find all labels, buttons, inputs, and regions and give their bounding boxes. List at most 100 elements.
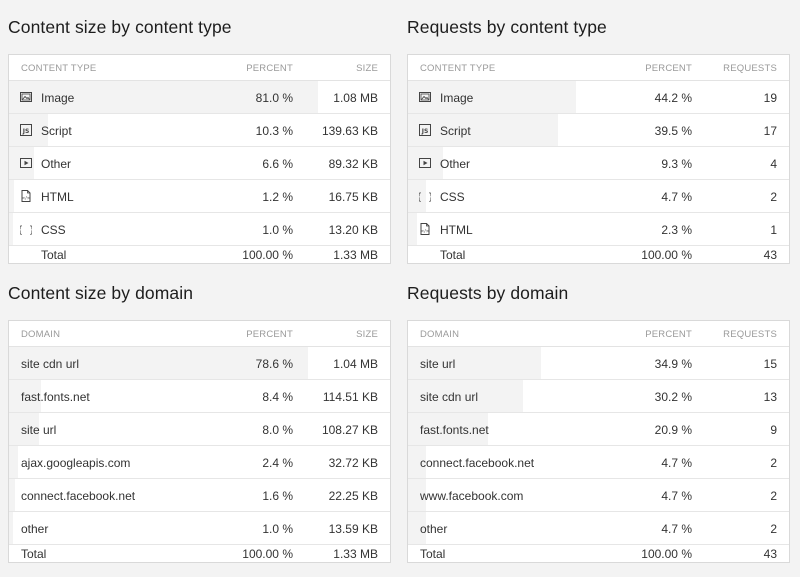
row-value: 4 bbox=[770, 157, 777, 171]
row-percent: 30.2 % bbox=[654, 390, 692, 404]
row-percent: 1.0 % bbox=[262, 522, 293, 536]
row-percent: 8.0 % bbox=[262, 423, 293, 437]
total-label: Total bbox=[420, 547, 446, 561]
row-name: other bbox=[21, 522, 49, 536]
table-row[interactable]: Image 81.0 % 1.08 MB bbox=[9, 81, 390, 114]
video-icon bbox=[419, 157, 431, 169]
table-row[interactable]: other 4.7 % 2 bbox=[408, 512, 789, 545]
row-name: site url bbox=[21, 423, 57, 437]
table-header: Domain Percent Requests bbox=[408, 321, 789, 347]
table-row[interactable]: fast.fonts.net 20.9 % 9 bbox=[408, 413, 789, 446]
column-header-name[interactable]: Content type bbox=[420, 63, 495, 74]
column-header-percent[interactable]: Percent bbox=[645, 63, 692, 74]
column-header-percent[interactable]: Percent bbox=[645, 329, 692, 340]
total-percent: 100.00 % bbox=[641, 248, 692, 262]
total-value: 1.33 MB bbox=[333, 248, 378, 262]
row-name: connect.facebook.net bbox=[420, 456, 535, 470]
row-name: Image bbox=[440, 91, 474, 105]
column-header-value[interactable]: Requests bbox=[723, 63, 777, 74]
row-percent: 1.6 % bbox=[262, 489, 293, 503]
row-value: 13 bbox=[763, 390, 777, 404]
table-row[interactable]: other 1.0 % 13.59 KB bbox=[9, 512, 390, 545]
total-row: Total 100.00 % 1.33 MB bbox=[9, 545, 390, 562]
table-row[interactable]: site url 34.9 % 15 bbox=[408, 347, 789, 380]
total-value: 43 bbox=[763, 547, 777, 561]
row-name: Other bbox=[440, 157, 471, 171]
table-row[interactable]: www.facebook.com 4.7 % 2 bbox=[408, 479, 789, 512]
row-value: 16.75 KB bbox=[328, 190, 378, 204]
row-name: Script bbox=[440, 124, 471, 138]
row-percent: 9.3 % bbox=[661, 157, 692, 171]
column-header-value[interactable]: Requests bbox=[723, 329, 777, 340]
table-row[interactable]: fast.fonts.net 8.4 % 114.51 KB bbox=[9, 380, 390, 413]
table-row[interactable]: site cdn url 30.2 % 13 bbox=[408, 380, 789, 413]
row-name: Other bbox=[41, 157, 72, 171]
table-row[interactable]: ajax.googleapis.com 2.4 % 32.72 KB bbox=[9, 446, 390, 479]
total-row: Total 100.00 % 1.33 MB bbox=[9, 246, 390, 263]
table-row[interactable]: </> HTML 2.3 % 1 bbox=[408, 213, 789, 246]
row-name: site cdn url bbox=[21, 357, 80, 371]
row-name: HTML bbox=[440, 223, 473, 237]
column-header-value[interactable]: Size bbox=[356, 329, 378, 340]
table-row[interactable]: Image 44.2 % 19 bbox=[408, 81, 789, 114]
share-bar bbox=[9, 213, 13, 245]
share-bar bbox=[9, 512, 13, 544]
panel-title: Requests by content type bbox=[407, 17, 607, 37]
total-value: 1.33 MB bbox=[333, 547, 378, 561]
panel-requests-by-type: Requests by content type Content type Perc… bbox=[407, 12, 790, 264]
row-value: 2 bbox=[770, 522, 777, 536]
svg-text:{ }: { } bbox=[419, 192, 431, 202]
table-row[interactable]: site url 8.0 % 108.27 KB bbox=[9, 413, 390, 446]
row-percent: 1.2 % bbox=[262, 190, 293, 204]
table-row[interactable]: connect.facebook.net 1.6 % 22.25 KB bbox=[9, 479, 390, 512]
svg-text:</>: </> bbox=[21, 195, 30, 201]
table-row[interactable]: site cdn url 78.6 % 1.04 MB bbox=[9, 347, 390, 380]
column-header-percent[interactable]: Percent bbox=[246, 329, 293, 340]
row-value: 114.51 KB bbox=[322, 390, 378, 404]
total-row: Total 100.00 % 43 bbox=[408, 246, 789, 263]
table-row[interactable]: Other 9.3 % 4 bbox=[408, 147, 789, 180]
row-value: 22.25 KB bbox=[328, 489, 378, 503]
row-name: www.facebook.com bbox=[420, 489, 524, 503]
row-percent: 4.7 % bbox=[661, 522, 692, 536]
column-header-name[interactable]: Domain bbox=[21, 329, 60, 340]
column-header-value[interactable]: Size bbox=[356, 63, 378, 74]
stats-table: Domain Percent Requests site url 34.9 % 15 sit… bbox=[407, 320, 790, 563]
panel-content-size-by-type: Content size by content type Content type… bbox=[8, 12, 391, 264]
row-value: 19 bbox=[763, 91, 777, 105]
panel-requests-by-domain: Requests by domain Domain Percent Requests s… bbox=[407, 278, 790, 563]
table-row[interactable]: </> HTML 1.2 % 16.75 KB bbox=[9, 180, 390, 213]
row-value: 2 bbox=[770, 190, 777, 204]
column-header-name[interactable]: Domain bbox=[420, 329, 459, 340]
row-name: CSS bbox=[41, 223, 66, 237]
table-row[interactable]: { } CSS 1.0 % 13.20 KB bbox=[9, 213, 390, 246]
row-percent: 34.9 % bbox=[654, 357, 692, 371]
share-bar bbox=[9, 479, 16, 511]
table-row[interactable]: connect.facebook.net 4.7 % 2 bbox=[408, 446, 789, 479]
row-value: 32.72 KB bbox=[328, 456, 378, 470]
row-percent: 1.0 % bbox=[262, 223, 293, 237]
row-name: site cdn url bbox=[420, 390, 479, 404]
total-label: Total bbox=[41, 248, 67, 262]
table-row[interactable]: JS Script 39.5 % 17 bbox=[408, 114, 789, 147]
row-name: ajax.googleapis.com bbox=[21, 456, 131, 470]
row-percent: 81.0 % bbox=[255, 91, 293, 105]
table-row[interactable]: JS Script 10.3 % 139.63 KB bbox=[9, 114, 390, 147]
row-name: site url bbox=[420, 357, 456, 371]
table-row[interactable]: { } CSS 4.7 % 2 bbox=[408, 180, 789, 213]
table-header: Content type Percent Size bbox=[9, 55, 390, 81]
row-value: 13.59 KB bbox=[328, 522, 378, 536]
row-name: HTML bbox=[41, 190, 74, 204]
row-value: 13.20 KB bbox=[328, 223, 378, 237]
script-icon: JS bbox=[20, 124, 32, 136]
column-header-percent[interactable]: Percent bbox=[246, 63, 293, 74]
row-value: 1.04 MB bbox=[333, 357, 378, 371]
total-row: Total 100.00 % 43 bbox=[408, 545, 789, 562]
image-icon bbox=[20, 91, 32, 103]
row-value: 15 bbox=[763, 357, 777, 371]
column-header-name[interactable]: Content type bbox=[21, 63, 96, 74]
row-value: 2 bbox=[770, 456, 777, 470]
table-row[interactable]: Other 6.6 % 89.32 KB bbox=[9, 147, 390, 180]
video-icon bbox=[20, 157, 32, 169]
total-label: Total bbox=[440, 248, 466, 262]
